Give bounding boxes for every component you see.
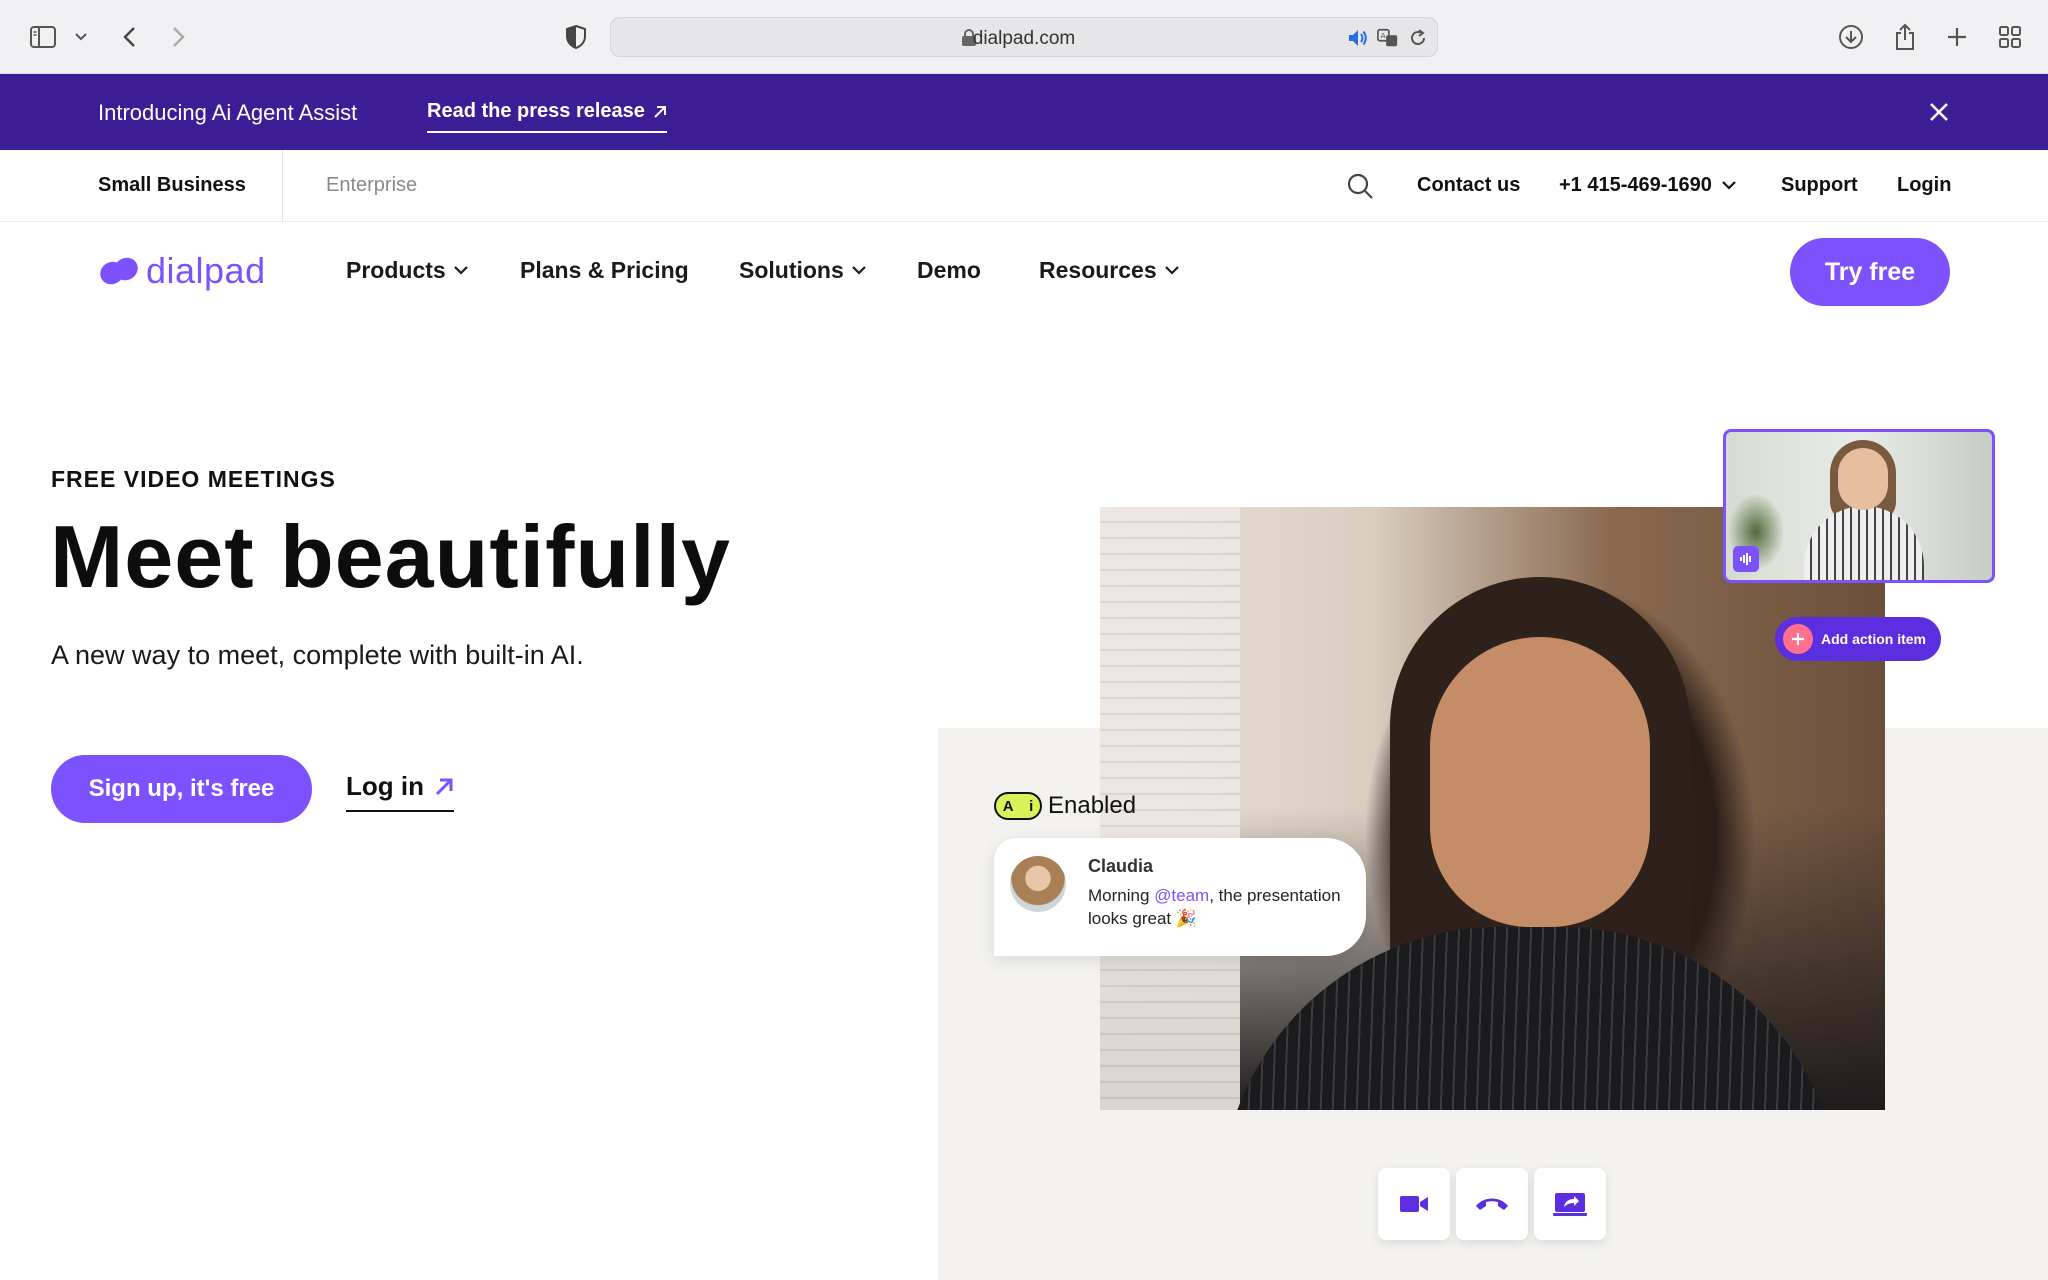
downloads-icon[interactable]	[1836, 22, 1866, 52]
participant-body	[1804, 506, 1924, 580]
chevron-down-icon[interactable]	[66, 22, 96, 52]
nav-resources-label: Resources	[1039, 257, 1157, 283]
phone-number: +1 415-469-1690	[1559, 174, 1712, 196]
speaker-face	[1430, 637, 1650, 927]
nav-demo-label: Demo	[917, 257, 981, 283]
press-release-label: Read the press release	[427, 100, 645, 122]
address-bar[interactable]: dialpad.com A	[610, 17, 1438, 57]
main-video-feed	[1100, 507, 1885, 1110]
ai-badge: A i	[994, 792, 1042, 820]
ai-enabled-indicator: A i Enabled	[994, 792, 1136, 820]
chat-sender-name: Claudia	[1088, 856, 1154, 876]
nav-plans-pricing[interactable]: Plans & Pricing	[520, 257, 689, 284]
close-icon[interactable]	[1925, 98, 1953, 126]
main-nav: dialpad Products Plans & Pricing Solutio…	[0, 222, 2048, 322]
add-action-item-label: Add action item	[1821, 631, 1927, 647]
search-icon[interactable]	[1346, 172, 1374, 200]
hang-up-icon	[1476, 1198, 1508, 1210]
arrow-up-right-icon	[654, 105, 666, 118]
announcement-text: Introducing Ai Agent Assist	[98, 100, 358, 125]
reload-icon[interactable]	[1407, 27, 1429, 49]
chevron-down-icon	[852, 266, 866, 275]
segment-small-business[interactable]: Small Business	[98, 174, 246, 197]
share-icon[interactable]	[1890, 22, 1920, 52]
screen-share-button[interactable]	[1534, 1168, 1606, 1240]
translate-icon[interactable]: A	[1377, 27, 1399, 49]
phone-dropdown[interactable]: +1 415-469-1690	[1559, 174, 1736, 197]
sidebar-toggle-icon[interactable]	[28, 22, 58, 52]
dialpad-logo[interactable]: dialpad	[98, 250, 266, 292]
arrow-up-right-icon	[435, 778, 453, 795]
participant-thumbnail[interactable]	[1723, 429, 1995, 583]
segment-enterprise[interactable]: Enterprise	[326, 174, 417, 197]
browser-toolbar: dialpad.com A	[0, 0, 2048, 74]
log-in-link[interactable]: Log in	[346, 771, 454, 812]
hero-eyebrow: FREE VIDEO MEETINGS	[51, 466, 336, 492]
screen-share-icon	[1553, 1193, 1587, 1216]
video-toggle-button[interactable]	[1378, 1168, 1450, 1240]
audio-wave-icon	[1733, 546, 1759, 572]
logo-wordmark: dialpad	[146, 250, 266, 291]
chat-message: Morning @team, the presentation looks gr…	[1088, 884, 1348, 930]
nav-products-label: Products	[346, 257, 446, 283]
forward-icon[interactable]	[164, 22, 194, 52]
tab-overview-icon[interactable]	[1995, 22, 2025, 52]
hero-subline: A new way to meet, complete with built-i…	[51, 640, 584, 670]
video-camera-icon	[1400, 1196, 1428, 1212]
sign-up-button[interactable]: Sign up, it's free	[51, 755, 312, 823]
speaker-icon[interactable]	[1347, 27, 1369, 49]
divider	[282, 150, 283, 222]
url-text: dialpad.com	[972, 28, 1076, 49]
avatar	[1010, 856, 1066, 912]
try-free-button[interactable]: Try free	[1790, 238, 1950, 306]
svg-text:A: A	[1381, 31, 1386, 40]
ai-enabled-label: Enabled	[1048, 792, 1137, 819]
support-link[interactable]: Support	[1781, 174, 1858, 197]
chevron-down-icon	[453, 266, 468, 275]
chat-mention: @team	[1154, 886, 1210, 905]
announcement-banner: Introducing Ai Agent Assist Read the pre…	[0, 74, 2048, 150]
new-tab-icon[interactable]	[1942, 22, 1972, 52]
login-link[interactable]: Login	[1897, 174, 1951, 197]
privacy-shield-icon[interactable]	[561, 22, 591, 52]
add-action-item-button[interactable]: Add action item	[1775, 617, 1941, 661]
utility-nav: Small Business Enterprise Contact us +1 …	[0, 150, 2048, 222]
chevron-down-icon	[1722, 181, 1736, 190]
chat-bubble: Claudia Morning @team, the presentation …	[994, 838, 1366, 956]
hero-headline: Meet beautifully	[50, 507, 731, 606]
plus-icon	[1783, 624, 1813, 654]
nav-demo[interactable]: Demo	[917, 257, 981, 284]
nav-products[interactable]: Products	[346, 257, 468, 284]
nav-plans-pricing-label: Plans & Pricing	[520, 257, 689, 283]
end-call-button[interactable]	[1456, 1168, 1528, 1240]
back-icon[interactable]	[114, 22, 144, 52]
press-release-link[interactable]: Read the press release	[427, 100, 667, 133]
contact-us-link[interactable]: Contact us	[1417, 174, 1520, 197]
dialpad-logo-icon	[100, 257, 138, 285]
nav-solutions[interactable]: Solutions	[739, 257, 866, 284]
log-in-label: Log in	[346, 771, 424, 801]
nav-resources[interactable]: Resources	[1039, 257, 1179, 284]
nav-solutions-label: Solutions	[739, 257, 844, 283]
participant-face	[1838, 448, 1888, 510]
chevron-down-icon	[1164, 266, 1179, 275]
chat-message-start: Morning	[1088, 886, 1155, 905]
